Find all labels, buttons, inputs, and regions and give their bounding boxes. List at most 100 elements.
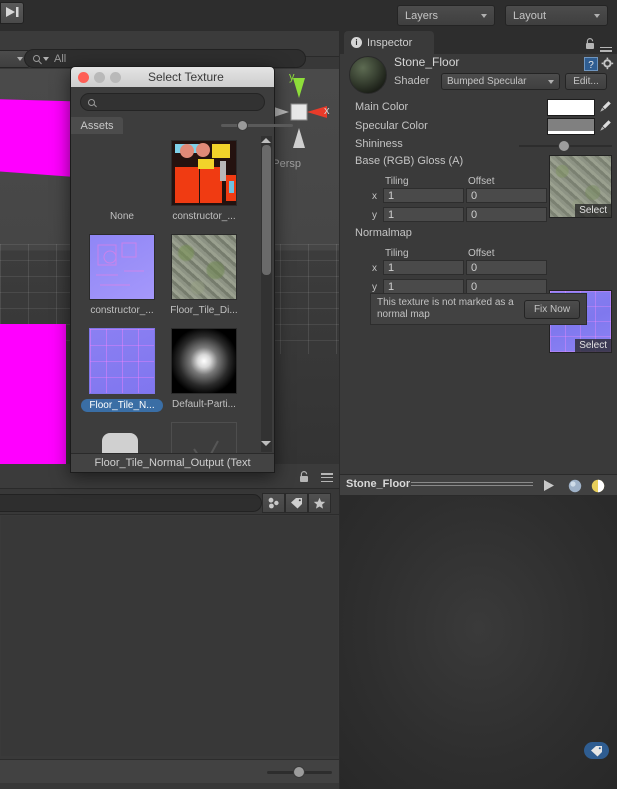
base-tiling-y-field[interactable]: 1	[383, 207, 464, 222]
project-search-value: All	[54, 52, 67, 65]
preview-sphere-icon[interactable]	[568, 479, 582, 496]
shininess-slider-knob[interactable]	[558, 140, 570, 152]
particle-glow-thumbnail	[171, 328, 237, 394]
tab-inspector[interactable]: i Inspector	[344, 31, 434, 54]
base-tiling-x-field[interactable]: 1	[383, 188, 464, 203]
normalmap-y-label: y	[372, 282, 377, 293]
scene-orientation-gizmo[interactable]: y x	[267, 71, 331, 154]
texture-item-partial-2[interactable]	[163, 422, 245, 454]
tag-icon[interactable]	[584, 742, 609, 759]
main-color-swatch[interactable]	[547, 99, 595, 116]
scroll-down-arrow-icon[interactable]	[261, 441, 271, 446]
panel-menu-icon[interactable]	[321, 473, 333, 482]
texture-item-floor-diffuse[interactable]: Floor_Tile_Di...	[163, 234, 245, 316]
normalmap-offset-x-field[interactable]: 0	[466, 260, 547, 275]
stone-diffuse-thumbnail	[171, 234, 237, 300]
eyedropper-icon[interactable]	[599, 100, 612, 113]
base-map-select-label[interactable]: Select	[575, 204, 611, 217]
base-offset-header: Offset	[468, 176, 495, 187]
dialog-titlebar[interactable]: Select Texture	[71, 67, 274, 87]
texture-item-constructor[interactable]: constructor_...	[163, 140, 245, 222]
thumbnail-zoom-track[interactable]	[221, 124, 293, 127]
material-name: Stone_Floor	[394, 55, 460, 69]
step-forward-icon	[5, 6, 19, 21]
chevron-down-icon	[594, 13, 600, 18]
scroll-up-arrow-icon[interactable]	[261, 138, 271, 143]
base-map-texture-slot[interactable]: Select	[549, 155, 612, 218]
texture-item-label-selected: Floor_Tile_N...	[81, 399, 163, 412]
project-browser-content[interactable]	[1, 516, 338, 756]
texture-search-input[interactable]	[80, 93, 265, 111]
lock-icon[interactable]	[299, 471, 309, 486]
preview-title: Stone_Floor	[346, 478, 411, 490]
chevron-down-icon	[17, 57, 23, 61]
normalmap-offset-header: Offset	[468, 248, 495, 259]
normalmap-tile-thumbnail	[89, 328, 155, 394]
texture-item-floor-normal[interactable]: Floor_Tile_N...	[81, 328, 163, 412]
unity-editor-window: Layers Layout s All	[0, 0, 617, 789]
preview-lighting-icon[interactable]	[591, 479, 607, 496]
texture-item-partial-1[interactable]	[81, 422, 163, 454]
normalmap-tiling-y-field[interactable]: 1	[383, 279, 464, 294]
texture-grid-scrollbar-thumb[interactable]	[262, 145, 271, 275]
base-offset-y-field[interactable]: 0	[466, 207, 547, 222]
traffic-light-close[interactable]	[78, 71, 89, 83]
partial-thumbnail-2	[171, 422, 237, 454]
normalmap-select-label[interactable]: Select	[575, 339, 611, 352]
texture-item-none[interactable]: None	[81, 140, 163, 222]
layers-dropdown[interactable]: Layers	[397, 5, 495, 26]
chevron-down-icon	[548, 79, 554, 84]
inspector-tab-label: Inspector	[367, 36, 413, 49]
specular-color-label: Specular Color	[355, 120, 428, 132]
step-button[interactable]	[0, 2, 24, 24]
dialog-status-text: Floor_Tile_Normal_Output (Text	[94, 457, 251, 469]
shader-dropdown[interactable]: Bumped Specular	[441, 73, 560, 90]
play-icon[interactable]	[542, 479, 556, 495]
tab-assets[interactable]: Assets	[71, 117, 123, 134]
material-preview-area[interactable]	[340, 496, 617, 789]
project-zoom-knob[interactable]	[293, 766, 305, 778]
help-book-icon[interactable]: ?	[584, 57, 598, 74]
texture-item-label: Floor_Tile_Di...	[170, 305, 238, 316]
gear-icon[interactable]	[601, 57, 615, 74]
traffic-light-zoom[interactable]	[110, 71, 121, 83]
specular-color-swatch[interactable]	[547, 118, 595, 135]
magenta-object-upper[interactable]	[0, 99, 75, 177]
traffic-light-minimize[interactable]	[94, 71, 105, 83]
project-zoom-slider-bar[interactable]	[0, 759, 339, 783]
magenta-object-lower[interactable]	[0, 324, 66, 464]
drag-grip-icon[interactable]	[411, 482, 533, 488]
base-map-label: Base (RGB) Gloss (A)	[355, 155, 464, 167]
project-search-input-secondary[interactable]	[0, 494, 262, 512]
dialog-title: Select Texture	[148, 70, 224, 84]
shader-edit-button[interactable]: Edit...	[565, 73, 607, 90]
texture-item-default-particle[interactable]: Default-Parti...	[163, 328, 245, 410]
axis-y-label: y	[289, 71, 295, 83]
normalmap-warning-message: This texture is not marked as a normal m…	[377, 297, 514, 320]
texture-item-constructor-normal[interactable]: constructor_...	[81, 234, 163, 316]
texture-grid[interactable]: None constructor_... constructor_... Flo…	[71, 134, 274, 454]
partial-thumbnail-1	[89, 422, 155, 454]
thumbnail-zoom-knob[interactable]	[237, 120, 248, 131]
eyedropper-icon[interactable]	[599, 119, 612, 132]
lock-icon[interactable]	[585, 38, 595, 53]
prefab-icon[interactable]	[262, 493, 285, 513]
info-icon: i	[351, 37, 362, 48]
tag-icon[interactable]	[285, 493, 308, 513]
normalmap-character-thumbnail	[89, 234, 155, 300]
top-toolbar: Layers Layout	[0, 0, 617, 31]
chevron-down-icon	[43, 56, 49, 61]
normalmap-offset-y-field[interactable]: 0	[466, 279, 547, 294]
favorite-star-icon[interactable]	[308, 493, 331, 513]
select-texture-dialog[interactable]: Select Texture Assets None constructor_.…	[70, 66, 293, 473]
fix-now-button[interactable]: Fix Now	[524, 299, 580, 319]
base-offset-x-field[interactable]: 0	[466, 188, 547, 203]
layout-dropdown[interactable]: Layout	[505, 5, 608, 26]
normalmap-tiling-x-field[interactable]: 1	[383, 260, 464, 275]
chevron-down-icon	[481, 13, 487, 18]
layers-label: Layers	[405, 9, 439, 22]
panel-menu-icon[interactable]	[321, 39, 333, 48]
texture-item-label: constructor_...	[90, 305, 154, 316]
dialog-status-bar: Floor_Tile_Normal_Output (Text	[71, 453, 274, 472]
search-icon	[88, 98, 95, 106]
